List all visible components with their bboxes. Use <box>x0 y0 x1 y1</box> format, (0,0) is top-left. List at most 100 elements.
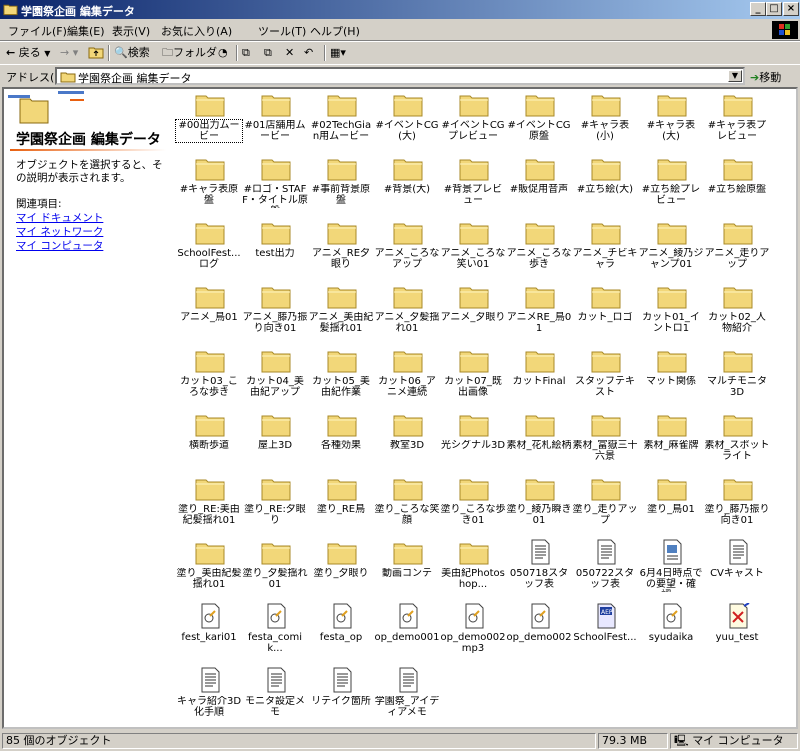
folder-item[interactable]: #背景プレビュー <box>440 153 506 215</box>
link-my-documents[interactable]: マイ ドキュメント <box>16 210 103 225</box>
folder-item[interactable]: カット05_美由紀作業 <box>308 345 374 407</box>
link-my-computer[interactable]: マイ コンピュータ <box>16 238 103 253</box>
folder-item[interactable]: #キャラ表原盤 <box>176 153 242 215</box>
folder-item[interactable]: 美由紀Photoshop... <box>440 537 506 599</box>
folder-item[interactable]: アニメRE_鳥01 <box>506 281 572 343</box>
menu-help[interactable]: ヘルプ(H) <box>310 23 360 39</box>
folder-item[interactable]: アニメ_鳥01 <box>176 281 242 343</box>
move-to-button[interactable]: ⧉ <box>242 45 250 61</box>
file-item[interactable]: 050718スタッフ表 <box>506 537 572 599</box>
maximize-button[interactable]: □ <box>766 2 782 16</box>
file-item[interactable]: 学園祭_アイディアメモ <box>374 665 440 727</box>
folder-item[interactable]: 各種効果 <box>308 409 374 471</box>
folder-item[interactable]: 素材_富嶽三十六景 <box>572 409 638 471</box>
folder-item[interactable]: アニメ_ころな笑い01 <box>440 217 506 279</box>
search-button[interactable]: 🔍検索 <box>114 45 150 61</box>
file-item[interactable]: festa_op <box>308 601 374 663</box>
folder-item[interactable]: マット関係 <box>638 345 704 407</box>
menu-tools[interactable]: ツール(T) <box>258 23 306 39</box>
file-item[interactable]: syudaika <box>638 601 704 663</box>
file-item[interactable]: fest_kari01 <box>176 601 242 663</box>
file-item[interactable]: AEP SchoolFest... <box>572 601 638 663</box>
folder-item[interactable]: 塗り_ころな歩き01 <box>440 473 506 535</box>
file-item[interactable]: キャラ紹介3D化手順 <box>176 665 242 727</box>
folder-item[interactable]: #ロゴ・STAFF・タイトル原盤 <box>242 153 308 215</box>
folder-item[interactable]: #01店舗用ムービー <box>242 89 308 151</box>
folder-item[interactable]: アニメ_走りアップ <box>704 217 770 279</box>
folder-item[interactable]: アニメ_綾乃ジャンプ01 <box>638 217 704 279</box>
folder-item[interactable]: #イベントCGプレビュー <box>440 89 506 151</box>
folder-item[interactable]: 塗り_RE鳥 <box>308 473 374 535</box>
delete-button[interactable]: ✕ <box>285 45 294 61</box>
folder-item[interactable]: 教室3D <box>374 409 440 471</box>
folder-item[interactable]: カット04_美由紀アップ <box>242 345 308 407</box>
folder-item[interactable]: 素材_麻雀牌 <box>638 409 704 471</box>
undo-button[interactable]: ↶ <box>304 45 313 61</box>
folder-item[interactable]: 塗り_RE:夕眼り <box>242 473 308 535</box>
address-dropdown-button[interactable]: ▼ <box>728 70 742 82</box>
file-item[interactable]: festa_comik... <box>242 601 308 663</box>
folder-item[interactable]: アニメ_夕髪揺れ01 <box>374 281 440 343</box>
menu-edit[interactable]: 編集(E) <box>67 23 105 39</box>
folder-item[interactable]: カット02_人物紹介 <box>704 281 770 343</box>
folder-item[interactable]: test出力 <box>242 217 308 279</box>
back-button[interactable]: ← 戻る ▼ <box>6 45 50 61</box>
folder-item[interactable]: 塗り_綾乃瞬き01 <box>506 473 572 535</box>
menu-favorites[interactable]: お気に入り(A) <box>161 23 232 39</box>
folder-item[interactable]: 横断歩道 <box>176 409 242 471</box>
folder-item[interactable]: #立ち絵原盤 <box>704 153 770 215</box>
folder-item[interactable]: アニメ_夕眼り <box>440 281 506 343</box>
folder-item[interactable]: 屋上3D <box>242 409 308 471</box>
folder-item[interactable]: #販促用音声 <box>506 153 572 215</box>
folder-item[interactable]: カット06_アニメ連続 <box>374 345 440 407</box>
folder-item[interactable]: アニメ_美由紀髪揺れ01 <box>308 281 374 343</box>
folder-item[interactable]: #事前背景原盤 <box>308 153 374 215</box>
folder-item[interactable]: カット03_ころな歩き <box>176 345 242 407</box>
folder-item[interactable]: #02TechGian用ムービー <box>308 89 374 151</box>
folder-item[interactable]: #キャラ表(大) <box>638 89 704 151</box>
folder-item[interactable]: 動画コンテ <box>374 537 440 599</box>
folder-item[interactable]: 塗り_RE:美由紀髪揺れ01 <box>176 473 242 535</box>
file-item[interactable]: op_demo002mp3 <box>440 601 506 663</box>
go-button[interactable]: ➔移動 <box>750 69 781 85</box>
folder-item[interactable]: 塗り_夕髪揺れ01 <box>242 537 308 599</box>
folder-item[interactable]: 塗り_鳥01 <box>638 473 704 535</box>
menu-file[interactable]: ファイル(F) <box>8 23 67 39</box>
folder-item[interactable]: SchoolFest...ログ <box>176 217 242 279</box>
folder-item[interactable]: 光シグナル3D <box>440 409 506 471</box>
file-item[interactable]: モニタ設定メモ <box>242 665 308 727</box>
copy-to-button[interactable]: ⧉ <box>264 45 272 61</box>
file-item[interactable]: op_demo001 <box>374 601 440 663</box>
views-button[interactable]: ▦▾ <box>330 45 346 61</box>
history-button[interactable]: ◔ <box>218 45 228 61</box>
up-folder-button[interactable] <box>88 45 104 61</box>
file-item[interactable]: yuu_test <box>704 601 770 663</box>
file-item[interactable]: op_demo002 <box>506 601 572 663</box>
minimize-button[interactable]: _ <box>750 2 766 16</box>
forward-button[interactable]: → ▾ <box>60 45 78 61</box>
folder-item[interactable]: #キャラ表(小) <box>572 89 638 151</box>
folder-item[interactable]: 塗り_ころな笑顔 <box>374 473 440 535</box>
file-item[interactable]: 050722スタッフ表 <box>572 537 638 599</box>
file-item[interactable]: CVキャスト <box>704 537 770 599</box>
folder-item[interactable]: 塗り_美由紀髪揺れ01 <box>176 537 242 599</box>
folder-item[interactable]: カットFinal <box>506 345 572 407</box>
folder-item[interactable]: スタッフテキスト <box>572 345 638 407</box>
folder-item[interactable]: #キャラ表プレビュー <box>704 89 770 151</box>
folder-item[interactable]: 塗り_夕眼り <box>308 537 374 599</box>
folder-item[interactable]: カット07_既出画像 <box>440 345 506 407</box>
folder-item[interactable]: アニメ_RE夕眼り <box>308 217 374 279</box>
folder-item[interactable]: アニメ_チビキャラ <box>572 217 638 279</box>
folder-item[interactable]: マルチモニタ3D <box>704 345 770 407</box>
close-button[interactable]: × <box>783 2 799 16</box>
folder-item[interactable]: アニメ_ころな歩き <box>506 217 572 279</box>
folder-item[interactable]: 素材_花札絵柄 <box>506 409 572 471</box>
folder-item[interactable]: #立ち絵プレビュー <box>638 153 704 215</box>
folder-item[interactable]: 塗り_藤乃振り向き01 <box>704 473 770 535</box>
file-item[interactable]: 6月4日時点での要望・確認... <box>638 537 704 599</box>
folder-item[interactable]: アニメ_藤乃振り向き01 <box>242 281 308 343</box>
folder-item[interactable]: カット_ロゴ <box>572 281 638 343</box>
folder-item[interactable]: #立ち絵(大) <box>572 153 638 215</box>
folder-item[interactable]: #00出力ムービー <box>175 89 243 151</box>
folder-item[interactable]: #背景(大) <box>374 153 440 215</box>
